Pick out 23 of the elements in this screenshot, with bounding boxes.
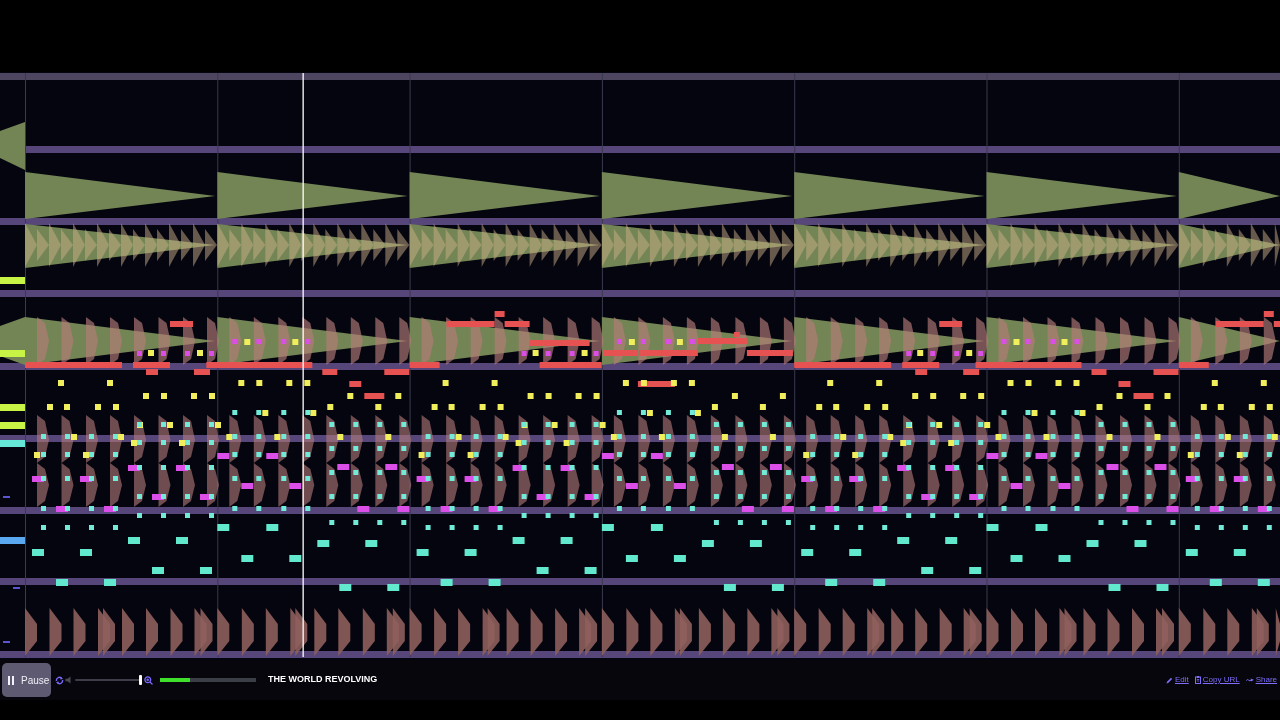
share-icon <box>1245 677 1254 683</box>
channel-marker <box>0 537 25 544</box>
song-title: THE WORLD REVOLVING <box>268 673 378 687</box>
edit-link[interactable]: Edit <box>1165 674 1189 686</box>
pencil-icon <box>1165 676 1173 684</box>
volume-thumb[interactable] <box>139 675 142 685</box>
envelope-wedge <box>0 122 25 170</box>
zoom-in-icon[interactable] <box>144 675 153 685</box>
channel-marker <box>0 440 25 447</box>
clipboard-icon <box>1194 676 1201 684</box>
channel-marker <box>13 587 20 589</box>
pause-button[interactable]: Pause <box>2 663 51 697</box>
share-link[interactable]: Share <box>1245 674 1277 686</box>
volume-slider[interactable] <box>75 675 142 685</box>
channel-marker <box>3 641 10 643</box>
channel-marker <box>0 422 25 429</box>
channel-marker <box>0 277 25 284</box>
progress-bar[interactable] <box>160 678 256 682</box>
channel-marker <box>3 496 10 498</box>
channel-marker <box>0 350 25 357</box>
channel-marker <box>0 404 25 411</box>
copy-url-link[interactable]: Copy URL <box>1194 674 1240 686</box>
loop-icon[interactable] <box>55 675 64 685</box>
